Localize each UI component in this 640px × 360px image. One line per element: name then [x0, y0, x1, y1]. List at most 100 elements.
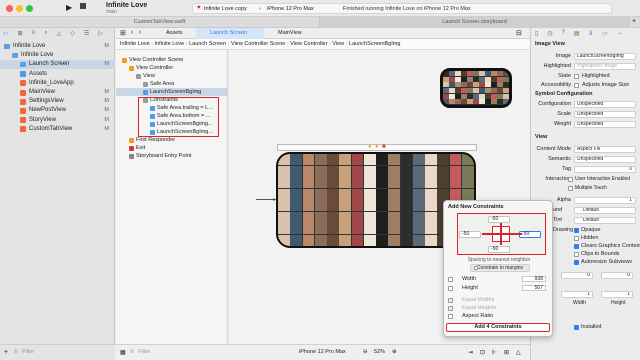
jumpbar-segment[interactable]: LaunchScreenBgImg	[349, 41, 400, 47]
navigator-item[interactable]: CustomTabView M	[0, 125, 115, 134]
height-checkbox[interactable]	[448, 285, 453, 291]
top-constraint-input[interactable]: -50	[488, 216, 510, 223]
highlighted-image-field[interactable]: Highlighted Image	[574, 63, 636, 70]
horizontal-pin-strut[interactable]	[482, 233, 522, 235]
related-items-icon[interactable]: ⊞	[120, 29, 126, 37]
folder-icon[interactable]: ▭	[3, 30, 9, 38]
editor-tab-mainview[interactable]: MainView	[264, 28, 324, 39]
stretch-h-field[interactable]: 1	[601, 291, 633, 298]
zoom-out-icon[interactable]: ⊖	[363, 349, 368, 355]
clears-context-checkbox[interactable]	[574, 244, 579, 249]
exit-icon[interactable]: ■	[382, 144, 386, 150]
search-icon[interactable]: ⌕	[44, 30, 47, 38]
outline-filter-input[interactable]: Filter	[138, 349, 150, 355]
source-control-icon[interactable]: ⊠	[18, 30, 23, 38]
image-field[interactable]: LaunchScreenBgImg	[574, 53, 636, 60]
multiple-touch-checkbox[interactable]	[568, 186, 573, 191]
device-selector[interactable]: iPhone 12 Pro Max	[267, 6, 314, 12]
constrain-margins-toggle[interactable]: Constrain to margins	[470, 264, 530, 272]
breakpoint-icon[interactable]: ▷	[98, 30, 103, 38]
stop-icon[interactable]	[80, 3, 86, 9]
resolve-issues-icon[interactable]: △	[516, 349, 521, 356]
bottom-constraint-input[interactable]: -50	[488, 246, 510, 253]
navigator-item[interactable]: SettingsView M	[0, 97, 115, 106]
navigator-item[interactable]: Infinite Love M	[0, 42, 115, 51]
navigator-item[interactable]: StoryView M	[0, 116, 115, 125]
semantic-select[interactable]: Unspecified	[574, 156, 636, 163]
forward-icon[interactable]: ›	[139, 29, 141, 36]
jumpbar-segment[interactable]: Infinite Love	[155, 41, 185, 47]
back-icon[interactable]: ‹	[131, 29, 133, 36]
split-editor-icon[interactable]: ⊟	[516, 29, 522, 37]
first-responder-icon[interactable]: ●	[375, 144, 379, 150]
navigator-item[interactable]: NewPostView M	[0, 106, 115, 115]
tab-customtabview[interactable]: CustomTabView.swift	[0, 17, 320, 28]
test-icon[interactable]: ◇	[70, 30, 75, 38]
weight-select[interactable]: Unspecified	[574, 121, 636, 128]
outline-item[interactable]: View Controller Scene	[116, 56, 228, 64]
navigator-item[interactable]: Launch Screen M	[0, 60, 115, 70]
configuration-select[interactable]: Unspecified	[574, 101, 636, 108]
navigator-item[interactable]: Assets	[0, 70, 115, 79]
opaque-checkbox[interactable]	[574, 228, 579, 233]
editor-tab-launch-screen[interactable]: Launch Screen	[196, 28, 264, 39]
close-window-button[interactable]	[6, 5, 13, 12]
add-file-icon[interactable]: +	[4, 349, 8, 356]
identity-icon[interactable]: ▤	[574, 30, 580, 38]
highlighted-checkbox[interactable]	[574, 74, 579, 79]
zoom-in-icon[interactable]: ⊕	[392, 349, 397, 355]
navigator-item[interactable]: Infinite Love	[0, 51, 115, 60]
tab-launch-screen-storyboard[interactable]: Launch Screen.storyboard	[320, 17, 630, 28]
embed-in-icon[interactable]: ⊡	[480, 349, 485, 356]
history-icon[interactable]: ◷	[547, 30, 552, 38]
adjusts-size-checkbox[interactable]	[574, 83, 579, 88]
jumpbar-segment[interactable]: View Controller Scene	[231, 41, 285, 47]
outline-item[interactable]: First Responder	[116, 136, 228, 144]
run-icon[interactable]: ▶	[66, 3, 72, 12]
issue-icon[interactable]: △	[57, 30, 62, 38]
connections-icon[interactable]: →	[617, 30, 623, 38]
alpha-field[interactable]: 1	[574, 197, 636, 204]
view-controller-icon[interactable]: ●	[368, 144, 372, 150]
stretch-y-field[interactable]: 0	[601, 272, 633, 279]
add-constraints-button[interactable]: Add 4 Constraints	[446, 323, 550, 332]
height-value[interactable]: 507	[522, 285, 546, 291]
align-icon[interactable]: ⊩	[492, 349, 497, 356]
update-frames-icon[interactable]: ⇥	[468, 349, 473, 356]
tag-field[interactable]: 0	[574, 166, 636, 173]
scale-select[interactable]: Unspecified	[574, 111, 636, 118]
stretch-x-field[interactable]: 0	[561, 272, 593, 279]
tint-select[interactable]: Default	[574, 217, 636, 224]
installed-checkbox[interactable]	[574, 325, 579, 330]
debug-icon[interactable]: ☰	[84, 30, 89, 38]
leading-constraint-input[interactable]: -50	[459, 231, 481, 238]
width-value[interactable]: 938	[522, 276, 546, 282]
aspect-ratio-checkbox[interactable]	[448, 313, 453, 319]
constrain-margins-checkbox[interactable]	[474, 266, 478, 270]
outline-item[interactable]: LaunchScreenBgImg	[116, 88, 228, 96]
symbol-icon[interactable]: ≡	[32, 30, 36, 38]
clips-bounds-checkbox[interactable]	[574, 252, 579, 257]
size-icon[interactable]: ▭	[602, 30, 608, 38]
hidden-checkbox[interactable]	[574, 236, 579, 241]
outline-item[interactable]: Safe Area	[116, 80, 228, 88]
zoom-window-button[interactable]	[26, 5, 33, 12]
background-select[interactable]: Default	[574, 207, 636, 214]
user-interaction-checkbox[interactable]	[568, 177, 573, 182]
file-inspector-icon[interactable]: ▯	[535, 30, 538, 38]
device-config-selector[interactable]: iPhone 12 Pro Max	[299, 349, 346, 355]
jumpbar-segment[interactable]: View	[332, 41, 344, 47]
attributes-icon[interactable]: ⊻	[589, 30, 593, 38]
trailing-constraint-input[interactable]: -50	[519, 231, 541, 238]
add-constraints-icon[interactable]: ⊞	[504, 349, 509, 356]
navigator-item[interactable]: Infinite_LoveApp	[0, 79, 115, 88]
scheme-selector[interactable]: Infinite Love copy	[204, 6, 247, 12]
minimize-window-button[interactable]	[16, 5, 23, 12]
stretch-w-field[interactable]: 1	[561, 291, 593, 298]
jumpbar-segment[interactable]: View Controller	[290, 41, 327, 47]
autoresize-checkbox[interactable]	[574, 260, 579, 265]
width-checkbox[interactable]	[448, 276, 453, 282]
content-mode-select[interactable]: Aspect Fill	[574, 146, 636, 153]
navigator-filter-input[interactable]: Filter	[22, 349, 34, 355]
outline-item[interactable]: View Controller	[116, 64, 228, 72]
